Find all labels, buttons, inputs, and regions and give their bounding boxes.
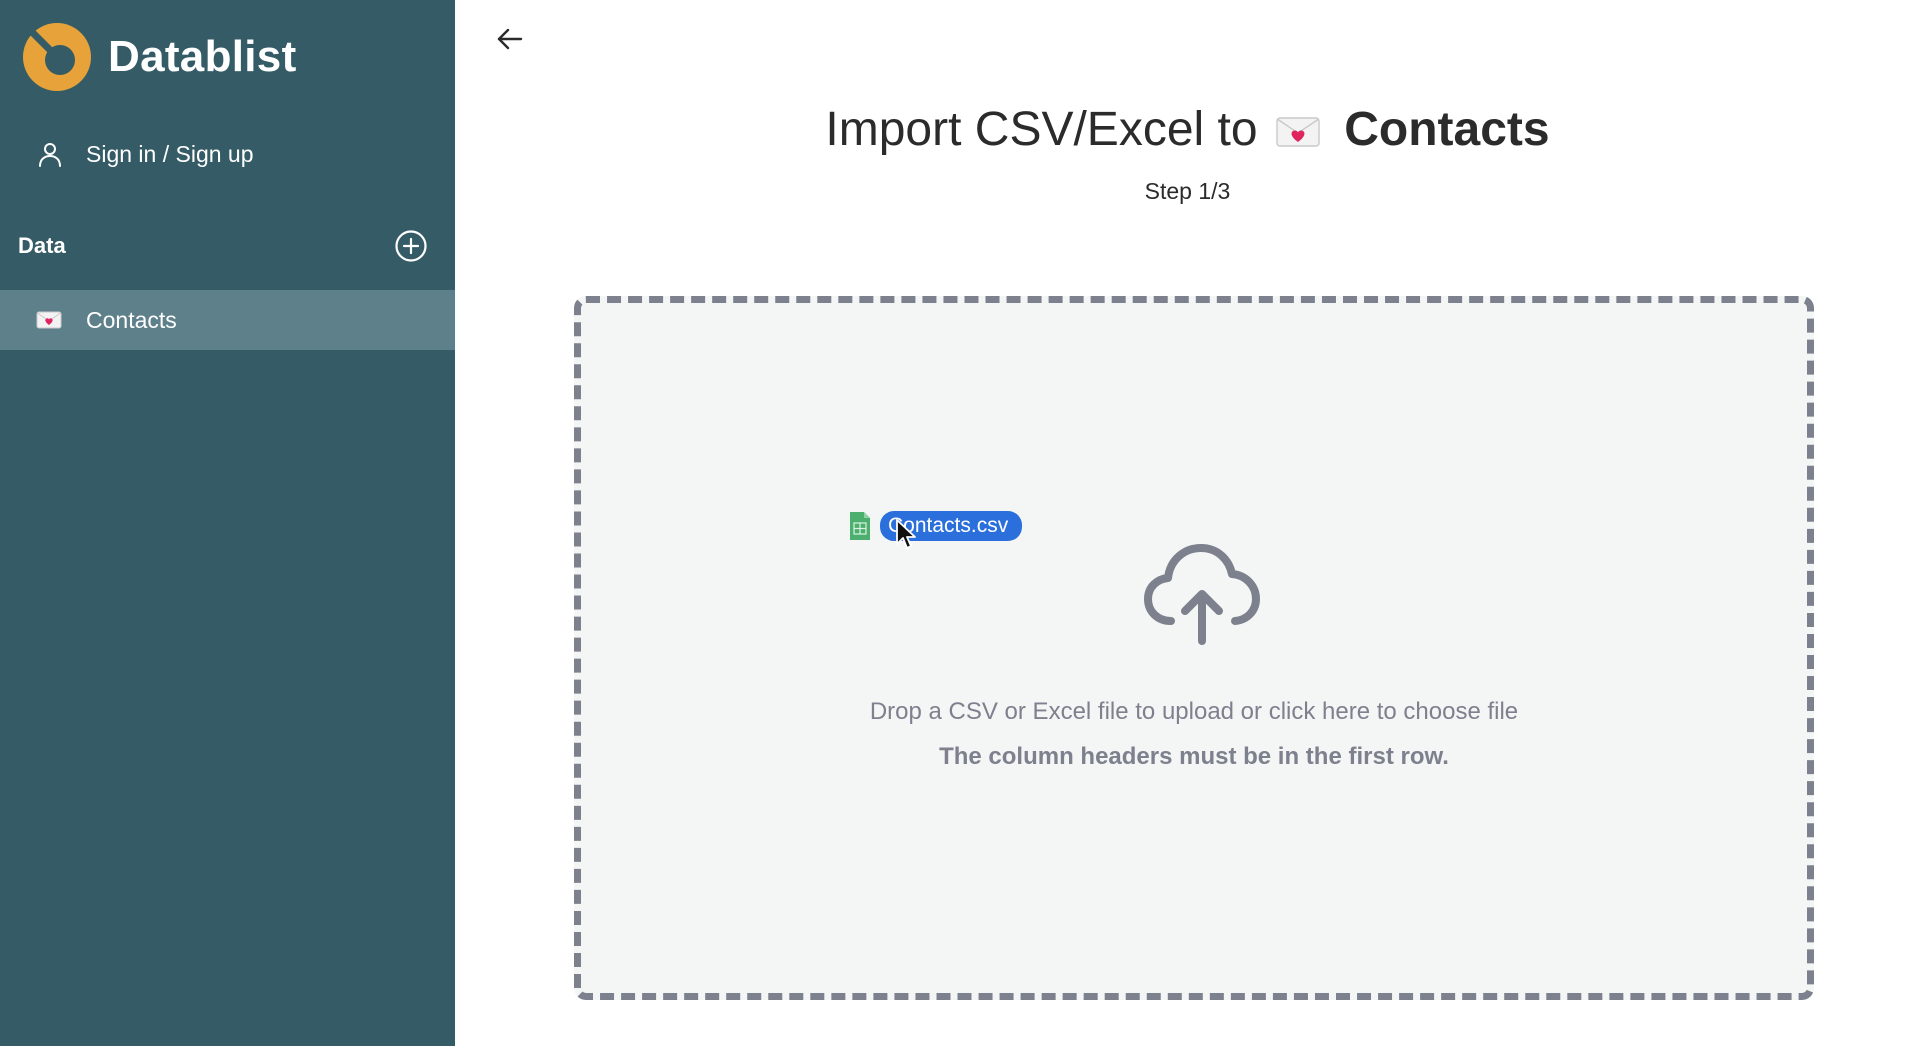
file-dropzone[interactable]: Drop a CSV or Excel file to upload or cl… — [574, 296, 1814, 1000]
brand[interactable]: Datablist — [22, 22, 297, 92]
spreadsheet-file-icon — [850, 512, 870, 540]
data-section-header: Data — [18, 226, 428, 266]
cloud-upload-icon — [1144, 544, 1260, 645]
page-title: Import CSV/Excel to Contacts — [455, 98, 1920, 162]
sidebar-item-label: Contacts — [86, 306, 177, 333]
sidebar: Datablist Sign in / Sign up Data Contact… — [0, 0, 455, 1046]
title-prefix: Import CSV/Excel to — [825, 103, 1258, 156]
brand-name: Datablist — [108, 32, 297, 81]
sign-in-label: Sign in / Sign up — [86, 140, 254, 167]
dragged-file[interactable]: Contacts.csv — [848, 510, 1023, 542]
section-title: Data — [18, 233, 66, 258]
datablist-logo-icon — [23, 23, 91, 91]
mouse-pointer-icon — [896, 519, 916, 549]
back-arrow-icon[interactable] — [493, 22, 527, 56]
sidebar-item-contacts[interactable]: Contacts — [0, 290, 455, 350]
love-letter-icon — [36, 311, 62, 329]
title-target: Contacts — [1344, 103, 1550, 156]
user-icon — [39, 143, 61, 167]
dropzone-instructions: Drop a CSV or Excel file to upload or cl… — [869, 698, 1519, 725]
add-collection-button[interactable] — [394, 229, 428, 263]
step-indicator: Step 1/3 — [1144, 178, 1231, 204]
dropzone-note: The column headers must be in the first … — [939, 743, 1449, 770]
sign-in-link[interactable]: Sign in / Sign up — [36, 134, 254, 174]
love-letter-icon — [1276, 117, 1320, 147]
app-window: Datablist Sign in / Sign up Data Contact… — [0, 0, 1920, 1046]
